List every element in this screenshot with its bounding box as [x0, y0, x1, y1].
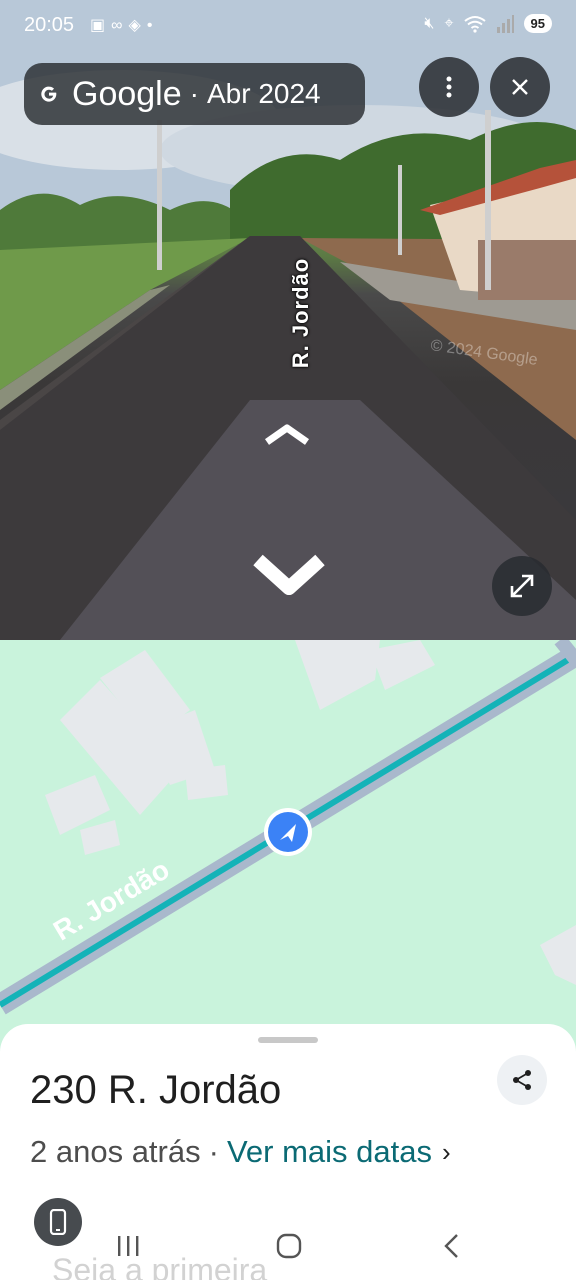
street-view-panorama[interactable]: © 2024 Google 20:05 ▣∞◈• 🔇︎ ⌖ 95 Google …	[0, 0, 576, 640]
header-separator: ·	[189, 78, 199, 109]
imagery-date: Abr 2024	[206, 78, 321, 109]
status-bar: 20:05 ▣∞◈• 🔇︎ ⌖ 95	[0, 0, 576, 54]
wifi-icon	[463, 15, 486, 33]
back-icon	[444, 1234, 458, 1258]
mute-icon: 🔇︎	[424, 14, 435, 32]
system-navigation-bar	[0, 1212, 576, 1280]
imagery-date-chip[interactable]: Google · Abr 2024	[24, 63, 365, 125]
location-icon: ⌖	[444, 14, 454, 32]
battery-badge: 95	[523, 14, 552, 33]
google-brand-text: Google	[72, 74, 182, 113]
status-right-icons: 🔇︎ ⌖ 95	[424, 14, 552, 33]
see-more-dates-link[interactable]: Ver mais datas	[227, 1134, 432, 1170]
close-button[interactable]	[490, 57, 550, 117]
dot-icon: •	[146, 17, 159, 34]
screenshot-icon: ▣	[90, 17, 112, 34]
more-vert-icon	[446, 76, 452, 98]
imagery-info-row: 2 anos atrás · Ver mais datas ›	[30, 1134, 451, 1170]
share-button[interactable]	[497, 1055, 547, 1105]
shield-icon: ◈	[128, 17, 147, 34]
share-icon	[513, 1070, 531, 1090]
place-address: 230 R. Jordão	[30, 1068, 282, 1112]
street-name-overlay: R. Jordão	[288, 257, 314, 369]
fullscreen-icon	[510, 574, 534, 598]
move-forward-arrow[interactable]	[262, 420, 312, 450]
home-button[interactable]	[259, 1226, 319, 1266]
recent-apps-button[interactable]	[98, 1226, 158, 1266]
close-icon	[512, 79, 528, 95]
chevron-right-icon[interactable]: ›	[442, 1137, 451, 1168]
signal-icon	[496, 14, 514, 33]
recent-apps-icon	[118, 1236, 139, 1256]
back-button[interactable]	[421, 1226, 481, 1266]
status-left-icons: ▣∞◈•	[90, 15, 158, 35]
move-backward-arrow[interactable]	[252, 548, 326, 604]
info-separator: ·	[208, 1134, 219, 1169]
fullscreen-button[interactable]	[492, 556, 552, 616]
more-options-button[interactable]	[419, 57, 479, 117]
google-g-icon	[41, 86, 57, 102]
location-marker	[264, 808, 312, 856]
home-icon	[276, 1233, 302, 1259]
imagery-age: 2 anos atrás	[30, 1134, 201, 1169]
sheet-drag-handle[interactable]	[258, 1037, 318, 1043]
status-time: 20:05	[24, 14, 75, 36]
voicemail-icon: ∞	[111, 17, 129, 34]
